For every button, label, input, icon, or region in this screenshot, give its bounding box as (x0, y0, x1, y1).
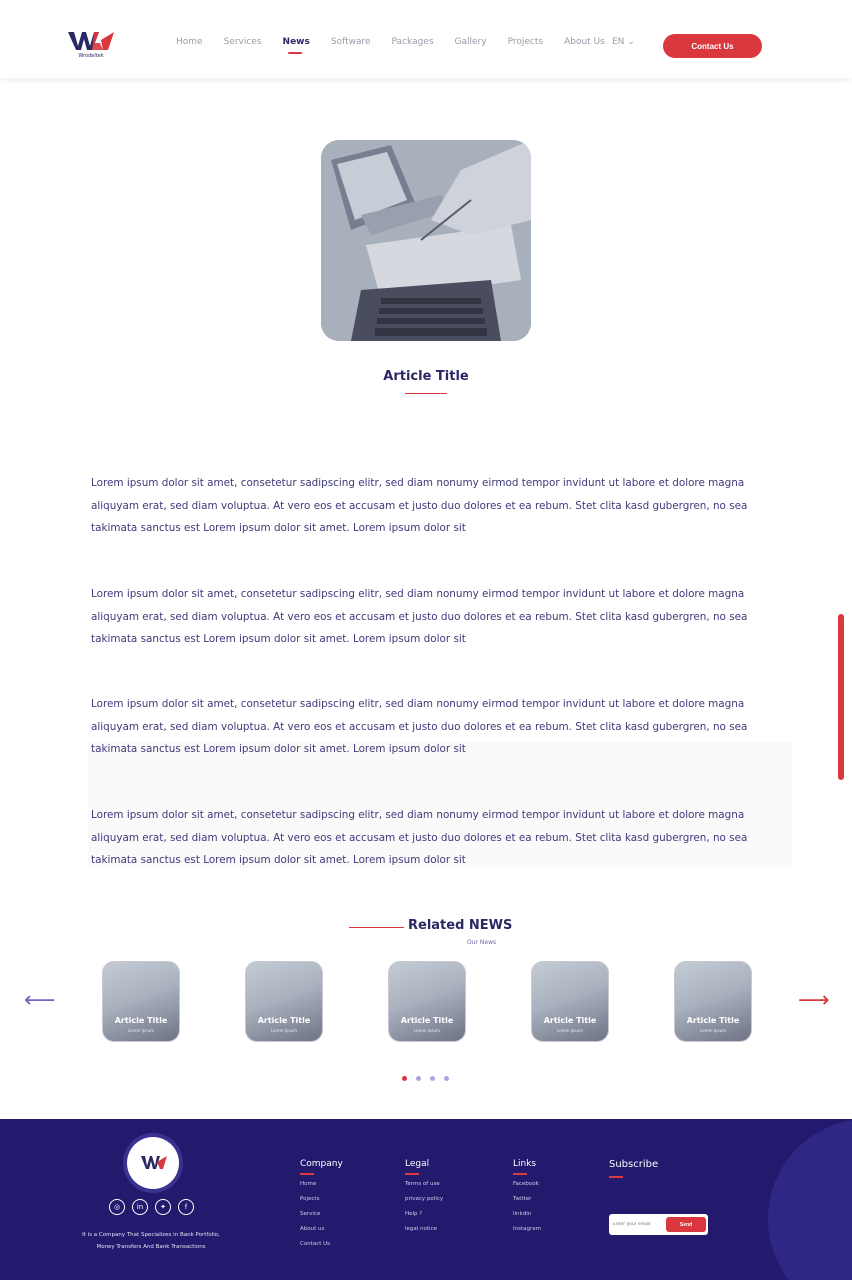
pagination-dot-1[interactable] (402, 1076, 407, 1081)
related-news-card[interactable]: Article Title Lorem Ipsum (102, 961, 180, 1042)
scrollbar-thumb[interactable] (838, 614, 844, 780)
related-news-card[interactable]: Article Title Lorem Ipsum (674, 961, 752, 1042)
carousel-pagination (402, 1076, 449, 1081)
footer-link-facebook[interactable]: Facebook (513, 1181, 541, 1187)
send-button[interactable]: Send (666, 1217, 706, 1232)
subscribe-title: Subscribe (609, 1159, 659, 1170)
footer-legal-column: Legal Terms of use privacy policy Help ?… (405, 1159, 443, 1241)
arrow-left-icon[interactable]: ⟵ (24, 990, 56, 1012)
related-news-subtitle: Our News (467, 939, 497, 946)
footer-link-about[interactable]: About us (300, 1226, 343, 1232)
footer-link-terms[interactable]: Terms of use (405, 1181, 443, 1187)
subscribe-underline (609, 1176, 623, 1178)
language-selector[interactable]: EN ⌄ (612, 37, 635, 47)
site-header: Wrodeltek Home Services News Software Pa… (0, 0, 852, 78)
nav-projects[interactable]: Projects (508, 37, 543, 47)
email-field[interactable] (613, 1218, 665, 1231)
nav-services[interactable]: Services (224, 37, 262, 47)
nav-about-us[interactable]: About Us (564, 37, 605, 47)
linkedin-icon[interactable]: in (132, 1199, 148, 1215)
footer-link-projects[interactable]: Pojects (300, 1196, 343, 1202)
footer-decoration (768, 1119, 852, 1280)
article-hero-image (321, 140, 531, 341)
card-title: Article Title (686, 1016, 740, 1025)
card-subtitle: Lorem Ipsum (270, 1028, 298, 1033)
article-paragraph-3: Lorem ipsum dolor sit amet, consetetur s… (91, 698, 748, 755)
arrow-right-icon[interactable]: ⟶ (798, 990, 830, 1012)
footer-company-column: Company Home Pojects Service About us Co… (300, 1159, 343, 1256)
footer-company-title: Company (300, 1159, 343, 1169)
footer-link-legal-notice[interactable]: legal notice (405, 1226, 443, 1232)
site-footer: ◎ in ✦ f It is a Company That Specialize… (0, 1119, 852, 1280)
nav-software[interactable]: Software (331, 37, 371, 47)
related-news-card[interactable]: Article Title Lorem Ipsum (388, 961, 466, 1042)
article-paragraph-1: Lorem ipsum dolor sit amet, consetetur s… (91, 477, 748, 534)
card-subtitle: Lorem Ipsum (556, 1028, 584, 1033)
card-subtitle: Lorem Ipsum (699, 1028, 727, 1033)
contact-us-button[interactable]: Contact Us (663, 34, 762, 58)
related-title-line (349, 927, 404, 928)
social-links: ◎ in ✦ f (109, 1199, 194, 1215)
card-title: Article Title (257, 1016, 311, 1025)
card-subtitle: Lorem Ipsum (127, 1028, 155, 1033)
related-news-card[interactable]: Article Title Lorem Ipsum (531, 961, 609, 1042)
facebook-icon[interactable]: f (178, 1199, 194, 1215)
footer-links-column: Links Facebook Twitter linkdin Instagram (513, 1159, 541, 1241)
related-news-card[interactable]: Article Title Lorem Ipsum (245, 961, 323, 1042)
footer-link-contact[interactable]: Contact Us (300, 1241, 343, 1247)
footer-link-instagram[interactable]: Instagram (513, 1226, 541, 1232)
pagination-dot-2[interactable] (416, 1076, 421, 1081)
twitter-icon[interactable]: ✦ (155, 1199, 171, 1215)
logo-text: Wrodeltek (78, 53, 104, 59)
footer-legal-title: Legal (405, 1159, 430, 1169)
main-nav: Home Services News Software Packages Gal… (176, 37, 626, 54)
article-paragraph-2: Lorem ipsum dolor sit amet, consetetur s… (91, 588, 748, 645)
footer-description: It is a Company That Specializes in Bank… (82, 1232, 220, 1250)
title-underline (405, 393, 447, 394)
instagram-icon[interactable]: ◎ (109, 1199, 125, 1215)
article-title: Article Title (383, 369, 469, 384)
card-subtitle: Lorem Ipsum (413, 1028, 441, 1033)
card-title: Article Title (114, 1016, 168, 1025)
footer-link-privacy[interactable]: privacy policy (405, 1196, 443, 1202)
brand-logo[interactable]: Wrodeltek (68, 30, 114, 62)
nav-packages[interactable]: Packages (392, 37, 434, 47)
related-news-title: Related NEWS (408, 918, 513, 933)
article-paragraph-4: Lorem ipsum dolor sit amet, consetetur s… (91, 809, 748, 866)
card-title: Article Title (400, 1016, 454, 1025)
footer-link-twitter[interactable]: Twitter (513, 1196, 541, 1202)
subscribe-form: Send (609, 1214, 708, 1235)
footer-links-title: Links (513, 1159, 537, 1169)
pagination-dot-4[interactable] (444, 1076, 449, 1081)
nav-home[interactable]: Home (176, 37, 203, 47)
footer-link-linkedin[interactable]: linkdin (513, 1211, 541, 1217)
footer-logo[interactable] (127, 1137, 179, 1189)
footer-link-help[interactable]: Help ? (405, 1211, 443, 1217)
pagination-dot-3[interactable] (430, 1076, 435, 1081)
card-title: Article Title (543, 1016, 597, 1025)
footer-link-service[interactable]: Service (300, 1211, 343, 1217)
footer-link-home[interactable]: Home (300, 1181, 343, 1187)
nav-news[interactable]: News (283, 37, 310, 54)
nav-gallery[interactable]: Gallery (455, 37, 487, 47)
